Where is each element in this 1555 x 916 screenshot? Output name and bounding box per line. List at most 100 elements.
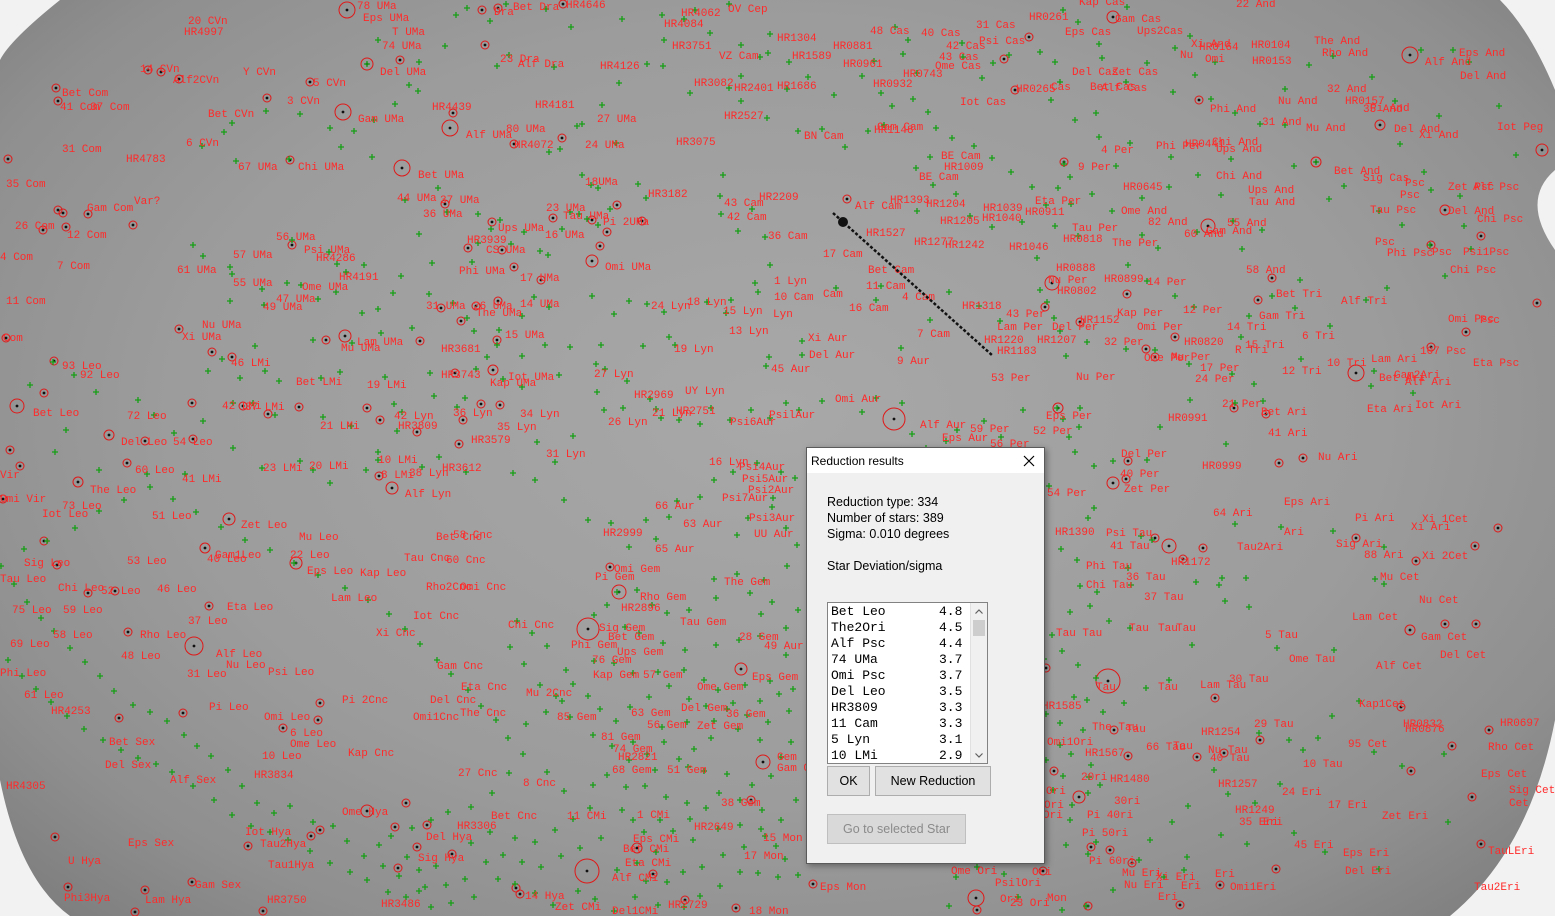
catalog-star-marker [1168, 154, 1174, 160]
star-label: 3 CVn [287, 96, 320, 108]
catalog-star-marker [1080, 727, 1086, 733]
star-dot [261, 909, 265, 913]
catalog-star-marker [989, 155, 995, 161]
star-label: Bet UMa [418, 170, 465, 182]
close-button[interactable] [1014, 448, 1044, 473]
catalog-star-marker [1286, 737, 1292, 743]
catalog-star-marker [716, 790, 722, 796]
star-name: 10 LMi [831, 748, 878, 763]
scroll-up-button[interactable] [971, 603, 987, 619]
catalog-star-marker [1461, 223, 1467, 229]
star-label: 15 UMa [505, 330, 545, 342]
catalog-star-marker [52, 449, 58, 455]
catalog-star-marker [927, 154, 933, 160]
star-dot [1277, 461, 1281, 465]
list-scrollbar[interactable] [970, 603, 987, 763]
list-item[interactable]: Del Leo 3.5 [828, 683, 987, 699]
star-dot [491, 368, 495, 372]
catalog-star-marker [344, 838, 350, 844]
ok-button[interactable]: OK [827, 766, 870, 796]
star-label: 36 Gem [726, 709, 766, 721]
star-label: 23 Ori [1010, 898, 1050, 910]
catalog-star-marker [1208, 96, 1214, 102]
catalog-star-marker [1077, 583, 1083, 589]
catalog-star-marker [1306, 62, 1312, 68]
scroll-down-button[interactable] [971, 747, 987, 763]
star-label: Gam Sex [195, 880, 242, 892]
catalog-star-marker [805, 74, 811, 80]
go-to-selected-star-button[interactable]: Go to selected Star [827, 814, 966, 844]
catalog-star-marker [738, 98, 744, 104]
catalog-star-marker [445, 809, 451, 815]
catalog-star-marker [1051, 315, 1057, 321]
star-label: Xi Aur [808, 333, 848, 345]
star-dot [1077, 795, 1081, 799]
star-label: 42 Lyn [394, 411, 434, 423]
catalog-star-marker [720, 172, 726, 178]
catalog-star-marker [422, 884, 428, 890]
star-label: HR1148 [874, 125, 914, 137]
list-item[interactable]: Alf Psc 4.4 [828, 635, 987, 651]
list-item[interactable]: 11 Cam 3.3 [828, 715, 987, 731]
star-dot [586, 627, 590, 631]
star-name: 74 UMa [831, 652, 878, 667]
star-label: 59 Leo [63, 605, 103, 617]
star-label: 60 Cnc [446, 555, 486, 567]
star-label: 4 Cam [902, 292, 935, 304]
catalog-star-marker [1072, 117, 1078, 123]
star-label: TauLEri [1488, 846, 1535, 858]
catalog-star-marker [1298, 356, 1304, 362]
list-item[interactable]: 5 Lyn 3.1 [828, 731, 987, 747]
scroll-thumb[interactable] [973, 620, 985, 636]
list-item[interactable]: HR3809 3.3 [828, 699, 987, 715]
catalog-star-marker [396, 873, 402, 879]
catalog-star-marker [537, 248, 543, 254]
star-label: The Cnc [460, 708, 506, 720]
catalog-star-marker [1172, 45, 1178, 51]
catalog-star-marker [718, 211, 724, 217]
list-item[interactable]: 74 UMa 3.7 [828, 651, 987, 667]
list-item[interactable]: 10 LMi 2.9 [828, 747, 987, 763]
catalog-star-marker [686, 607, 692, 613]
star-label: Xi Cnc [376, 628, 416, 640]
star-deviation-list[interactable]: Bet Leo 4.8 The2Ori 4.5 Alf Psc 4.4 74 UMa 3.7 O… [827, 602, 988, 764]
list-item[interactable]: Bet Leo 4.8 [828, 603, 987, 619]
star-label: Bet CVn [208, 109, 254, 121]
star-label: Nu Cet [1419, 595, 1459, 607]
star-label: 21 LMi [320, 421, 360, 433]
star-dot [498, 403, 502, 407]
catalog-star-marker [724, 771, 730, 777]
list-item[interactable]: The2Ori 4.5 [828, 619, 987, 635]
star-label: 37 Tau [1144, 592, 1184, 604]
catalog-star-marker [691, 746, 697, 752]
star-label: Chi And [1216, 171, 1262, 183]
star-label: Alf Lyn [405, 489, 451, 501]
star-label: 57 Gem [643, 670, 683, 682]
star-label: 63 Aur [683, 519, 723, 531]
star-label: 15 Mon [763, 833, 803, 845]
star-dot [210, 350, 214, 354]
catalog-star-marker [925, 109, 931, 115]
new-reduction-button[interactable]: New Reduction [875, 766, 991, 796]
star-label: 19 LMi [367, 380, 407, 392]
star-label: Alf Cas [1101, 83, 1147, 95]
catalog-star-marker [758, 611, 764, 617]
star-label: Psi1Psc [1463, 247, 1509, 259]
star-label: Ori [1032, 867, 1052, 879]
catalog-star-marker [767, 31, 773, 37]
star-label: Gam Cet [1421, 632, 1467, 644]
catalog-star-marker [388, 833, 394, 839]
star-label: 37 Com [90, 102, 130, 114]
star-label: Del Per [1121, 449, 1167, 461]
dialog-titlebar[interactable]: Reduction results [807, 448, 1044, 473]
list-item[interactable]: Omi Psc 3.7 [828, 667, 987, 683]
star-label: HR0265 [1016, 84, 1056, 96]
catalog-star-marker [1063, 353, 1069, 359]
star-label: Phi Psc [1387, 248, 1433, 260]
deviation-value: 3.1 [939, 732, 963, 747]
star-label: Vir [0, 470, 20, 482]
star-label: 41 Tau [1110, 541, 1150, 553]
catalog-star-marker [598, 342, 604, 348]
star-label: HR0153 [1252, 56, 1292, 68]
star-label: Iot Leo [42, 509, 88, 521]
